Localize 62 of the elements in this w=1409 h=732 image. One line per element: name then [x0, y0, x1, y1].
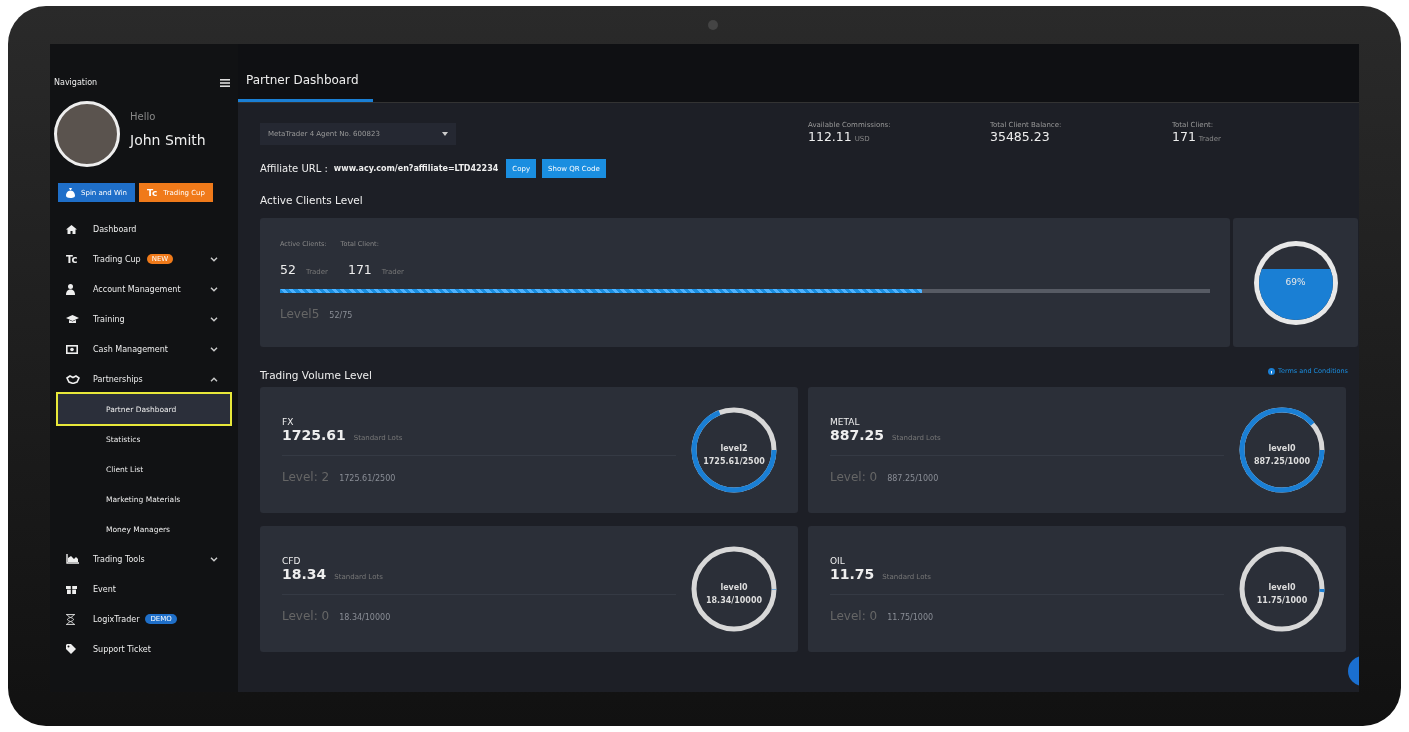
- category-name: OIL: [830, 555, 846, 566]
- section-title: Trading Volume Level: [260, 369, 372, 381]
- level-reading: 52/75: [329, 311, 353, 320]
- tag-icon: [66, 644, 78, 654]
- gauge-reading: 69%: [1284, 276, 1307, 287]
- volume-value: 887.25: [830, 426, 885, 443]
- level-reading: 887.25/1000: [887, 473, 939, 483]
- menu-item[interactable]: Partnerships: [50, 364, 238, 394]
- affiliate-label: Affiliate URL :: [260, 163, 328, 174]
- ring-label: level2: [720, 444, 748, 453]
- stat-value: 112.11: [808, 129, 852, 144]
- ring-label: level0: [1268, 583, 1296, 592]
- stat-value: 35485.23: [990, 129, 1050, 144]
- money-bag-icon: [66, 187, 75, 198]
- category-name: METAL: [830, 416, 861, 427]
- menu-item[interactable]: Dashboard: [50, 214, 238, 244]
- volume-value: 1725.61: [282, 426, 346, 443]
- category-name: FX: [282, 416, 295, 427]
- level-reading: 1725.61/2500: [339, 473, 396, 483]
- ring-reading: 18.34/10000: [705, 596, 763, 605]
- menu-item[interactable]: Event: [50, 574, 238, 604]
- home-icon: [66, 224, 77, 234]
- category-name: CFD: [282, 555, 302, 566]
- level-name: Level5: [280, 307, 320, 321]
- menu-icon[interactable]: [220, 78, 230, 87]
- menu-item[interactable]: Training: [50, 304, 238, 334]
- level-name: Level: 0: [830, 608, 878, 623]
- banknote-icon: [66, 344, 78, 354]
- menu-item[interactable]: Support Ticket: [50, 634, 238, 664]
- tab[interactable]: Partner Dashboard: [238, 73, 373, 102]
- menu-item[interactable]: Cash Management: [50, 334, 238, 364]
- menu-icon-text: Tc: [66, 253, 78, 265]
- ring-reading: 887.25/1000: [1253, 457, 1311, 466]
- info-icon: [1268, 367, 1276, 375]
- dropdown-caret-icon: [442, 132, 448, 136]
- stat-value: 171: [347, 262, 372, 277]
- menu-item[interactable]: Account Management: [50, 274, 238, 304]
- menu-item[interactable]: Trading Tools: [50, 544, 238, 574]
- level-name: Level: 0: [282, 608, 330, 623]
- area-chart-icon: [66, 554, 79, 564]
- ring-reading: 1725.61/2500: [703, 457, 765, 466]
- ring-label: level0: [720, 583, 748, 592]
- greeting: Hello: [130, 111, 157, 122]
- graduation-cap-icon: [66, 314, 79, 324]
- level-reading: 11.75/1000: [887, 612, 934, 622]
- level-reading: 18.34/10000: [339, 612, 391, 622]
- section-title: Active Clients Level: [260, 194, 364, 206]
- level-name: Level: 0: [830, 469, 878, 484]
- ring-reading: 11.75/1000: [1256, 596, 1308, 605]
- hourglass-icon: [66, 613, 75, 625]
- gift-icon: [66, 584, 77, 594]
- user-name: John Smith: [130, 132, 206, 148]
- camera-icon: [708, 20, 718, 30]
- volume-value: 11.75: [830, 565, 875, 582]
- stat-value: 52: [280, 262, 296, 277]
- stat-value: 171: [1172, 129, 1196, 144]
- level-name: Level: 2: [282, 469, 330, 484]
- volume-value: 18.34: [282, 565, 327, 582]
- sidebar-title: Navigation: [54, 78, 98, 87]
- affiliate-url: www.acy.com/en?affiliate=LTD42234: [333, 164, 499, 173]
- user-icon: [66, 283, 75, 295]
- ring-label: level0: [1268, 444, 1296, 453]
